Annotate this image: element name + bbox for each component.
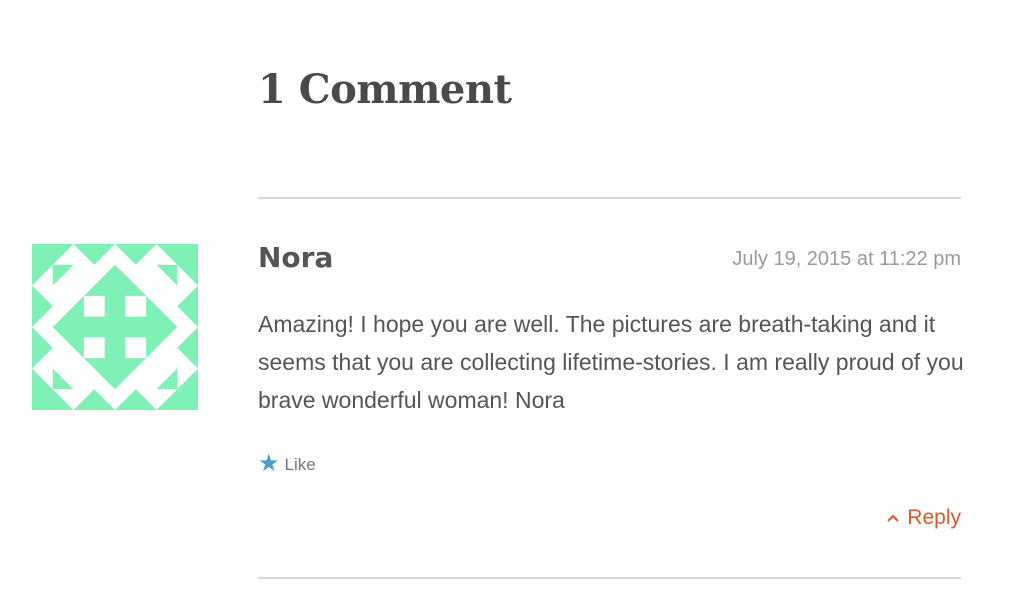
comment-text: Amazing! I hope you are well. The pictur…	[258, 311, 964, 413]
identicon-avatar-icon	[32, 244, 198, 410]
star-icon: ★	[258, 449, 280, 477]
chevron-up-icon	[885, 510, 901, 526]
divider	[258, 577, 961, 579]
divider	[258, 197, 961, 199]
avatar[interactable]	[32, 244, 198, 410]
comments-title: 1 Comment	[258, 66, 512, 113]
reply-button[interactable]: Reply	[885, 504, 961, 532]
comment-author[interactable]: Nora	[258, 240, 333, 276]
comment-date[interactable]: July 19, 2015 at 11:22 pm	[732, 246, 961, 272]
like-label: Like	[284, 455, 316, 474]
like-button[interactable]: ★ Like	[258, 450, 316, 477]
reply-label: Reply	[907, 506, 961, 529]
